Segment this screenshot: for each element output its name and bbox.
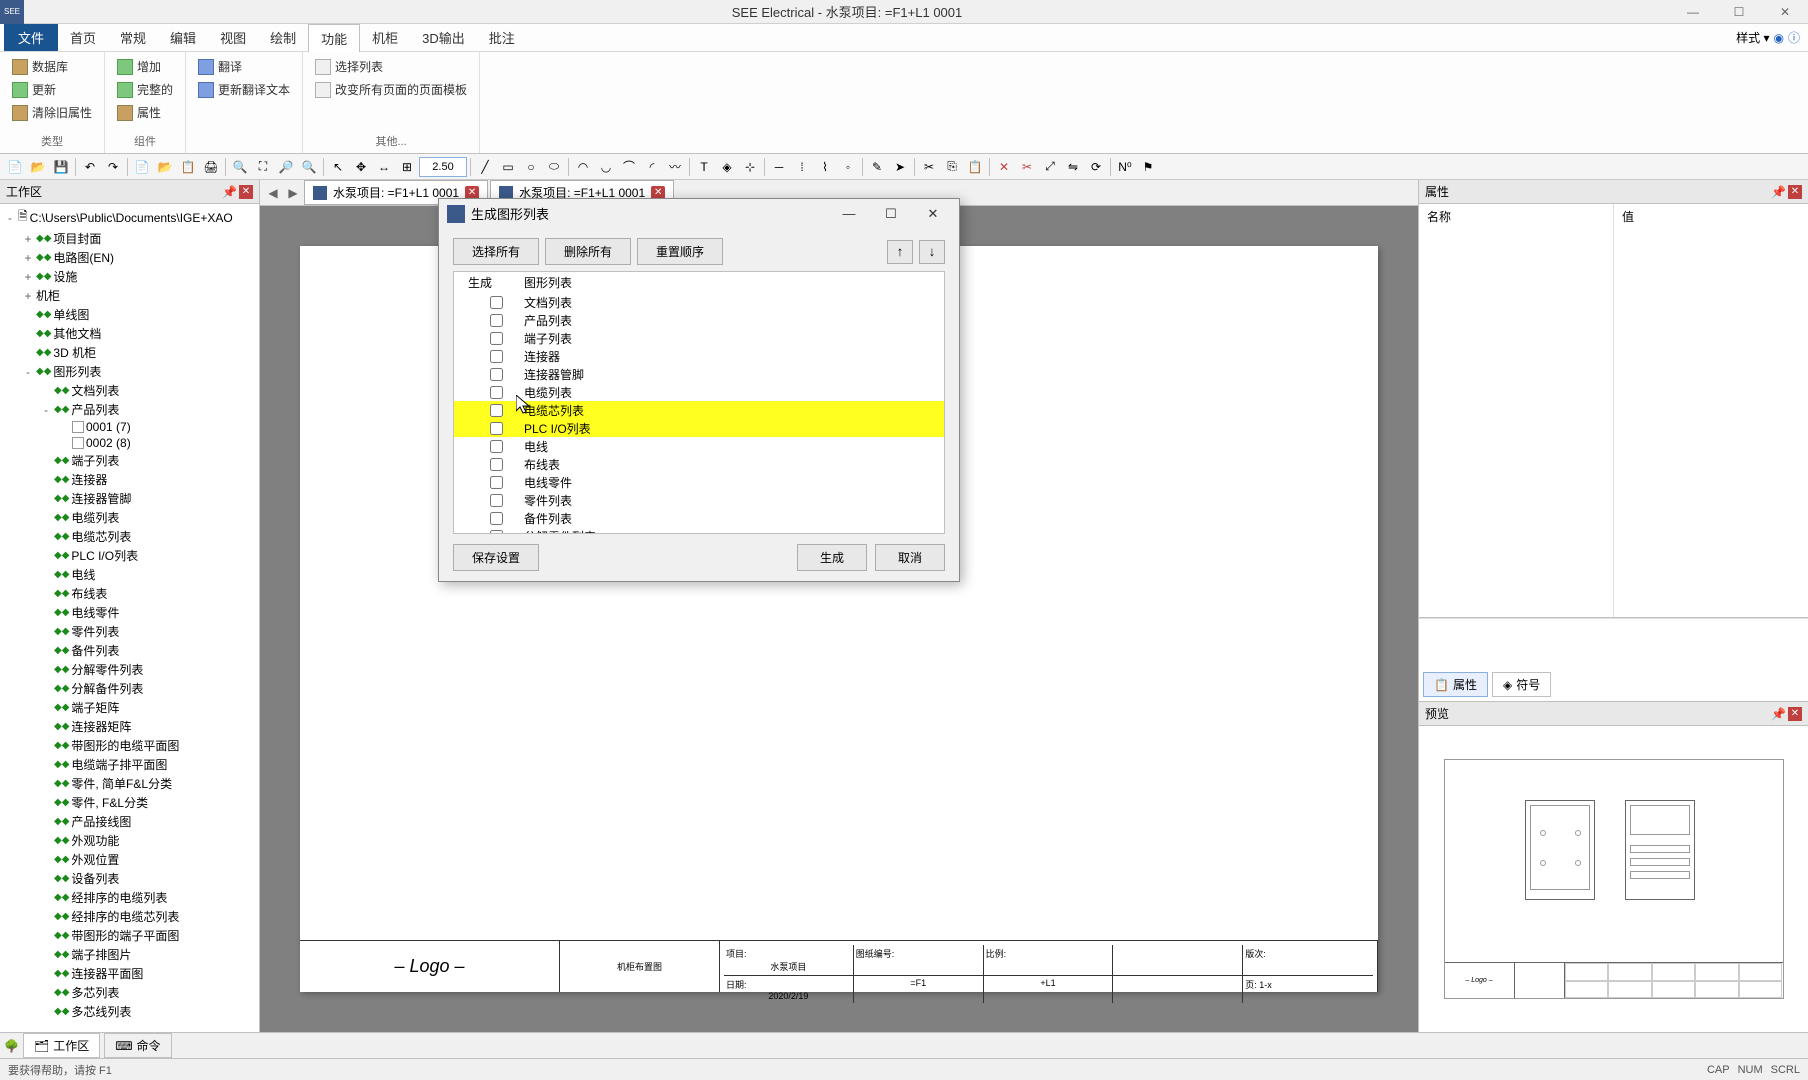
column-generate: 生成 [468, 274, 524, 291]
select-all-button[interactable]: 选择所有 [453, 238, 539, 265]
list-item[interactable]: 电缆列表 [454, 383, 944, 401]
list-item-checkbox[interactable] [490, 332, 503, 345]
list-item-checkbox[interactable] [490, 350, 503, 363]
list-item-checkbox[interactable] [490, 458, 503, 471]
cancel-button[interactable]: 取消 [875, 544, 945, 571]
save-settings-button[interactable]: 保存设置 [453, 544, 539, 571]
move-down-button[interactable]: ↓ [919, 240, 945, 264]
dialog-icon [447, 205, 465, 223]
list-item[interactable]: 布线表 [454, 455, 944, 473]
list-type-list: 生成 图形列表 文档列表产品列表端子列表连接器连接器管脚电缆列表电缆芯列表PLC… [453, 271, 945, 534]
list-item[interactable]: 电缆芯列表 [454, 401, 944, 419]
list-item[interactable]: 零件列表 [454, 491, 944, 509]
list-item-checkbox[interactable] [490, 296, 503, 309]
list-item-checkbox[interactable] [490, 440, 503, 453]
list-item[interactable]: 产品列表 [454, 311, 944, 329]
dialog-close-button[interactable]: ✕ [915, 202, 951, 226]
list-item[interactable]: 备件列表 [454, 509, 944, 527]
list-item[interactable]: 文档列表 [454, 293, 944, 311]
list-item-checkbox[interactable] [490, 314, 503, 327]
list-item[interactable]: 电线 [454, 437, 944, 455]
dialog-maximize-button[interactable]: ☐ [873, 202, 909, 226]
dialog-overlay: 生成图形列表 — ☐ ✕ 选择所有 删除所有 重置顺序 ↑ ↓ 生成 图形列表 … [0, 0, 1808, 1080]
list-item-checkbox[interactable] [490, 404, 503, 417]
generate-button[interactable]: 生成 [797, 544, 867, 571]
list-item[interactable]: 端子列表 [454, 329, 944, 347]
list-item[interactable]: 连接器管脚 [454, 365, 944, 383]
list-item[interactable]: 电线零件 [454, 473, 944, 491]
move-up-button[interactable]: ↑ [887, 240, 913, 264]
column-list-name: 图形列表 [524, 274, 572, 291]
reset-order-button[interactable]: 重置顺序 [637, 238, 723, 265]
list-item-checkbox[interactable] [490, 368, 503, 381]
list-item-checkbox[interactable] [490, 512, 503, 525]
dialog-title-text: 生成图形列表 [471, 204, 825, 223]
list-item[interactable]: PLC I/O列表 [454, 419, 944, 437]
generate-list-dialog: 生成图形列表 — ☐ ✕ 选择所有 删除所有 重置顺序 ↑ ↓ 生成 图形列表 … [438, 198, 960, 582]
list-item-checkbox[interactable] [490, 476, 503, 489]
dialog-minimize-button[interactable]: — [831, 202, 867, 226]
list-item[interactable]: 分解零件列表 [454, 527, 944, 533]
list-item[interactable]: 连接器 [454, 347, 944, 365]
list-item-checkbox[interactable] [490, 386, 503, 399]
delete-all-button[interactable]: 删除所有 [545, 238, 631, 265]
list-item-checkbox[interactable] [490, 494, 503, 507]
list-item-checkbox[interactable] [490, 422, 503, 435]
list-item-checkbox[interactable] [490, 530, 503, 534]
